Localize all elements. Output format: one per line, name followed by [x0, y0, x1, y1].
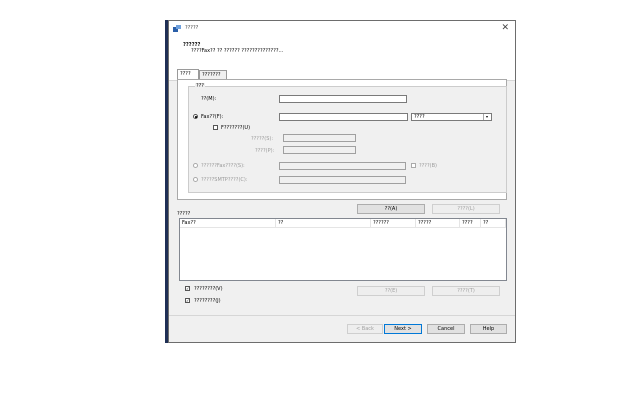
cancel-button-label: Cancel: [437, 326, 455, 332]
settings-groupbox: ??? ??(M): Fax??(F): ???? ▾ F???????(U) …: [188, 83, 507, 193]
window-title: ?????: [185, 25, 199, 31]
column-header[interactable]: ????: [460, 219, 481, 227]
bottom-checkbox-2-label: ????????(J): [194, 298, 221, 304]
column-header-label: ????: [462, 220, 473, 226]
radio-option-2-label: ??????Fax????(S):: [201, 163, 245, 169]
bottom-left-button[interactable]: ??(E): [357, 286, 425, 296]
close-icon[interactable]: ✕: [501, 23, 509, 33]
right-checkbox[interactable]: [411, 163, 416, 168]
sub-input-1[interactable]: [283, 134, 356, 142]
sub-input-2[interactable]: [283, 146, 356, 154]
radio-option-3-label: ?????SMTP????(C):: [201, 177, 248, 183]
tab-advanced[interactable]: ???????: [199, 70, 227, 79]
edit-button[interactable]: ????(L): [432, 204, 500, 214]
list-header: Fax?? ?? ?????? ????? ???? ??: [180, 219, 506, 228]
header-description: ????Fax?? ?? ?????? ??????????????...: [191, 48, 284, 54]
f-checkbox[interactable]: [213, 125, 218, 130]
radio-option-3[interactable]: [193, 177, 198, 182]
fax-radio-label: Fax??(F):: [201, 114, 224, 120]
column-header-label: ??????: [373, 220, 389, 226]
bottom-checkbox-2[interactable]: ✓: [185, 298, 190, 303]
next-button[interactable]: Next >: [384, 324, 422, 334]
name-input[interactable]: [279, 95, 407, 103]
add-button-label: ??(A): [384, 206, 398, 212]
fax-type-select[interactable]: ???? ▾: [411, 113, 492, 121]
bottom-right-button[interactable]: ????(T): [432, 286, 500, 296]
column-header[interactable]: Fax??: [180, 219, 276, 227]
sub-label-1: ?????(S):: [251, 136, 274, 142]
recipient-list[interactable]: Fax?? ?? ?????? ????? ???? ??: [179, 218, 507, 281]
title-bar: ????? ✕: [169, 21, 515, 36]
option-3-input[interactable]: [279, 176, 406, 184]
tab-panel: ??? ??(M): Fax??(F): ???? ▾ F???????(U) …: [177, 79, 507, 200]
bottom-checkbox-1-label: ????????(V): [194, 286, 223, 292]
cancel-button[interactable]: Cancel: [427, 324, 465, 334]
edit-button-label: ????(L): [457, 206, 475, 212]
help-button-label: Help: [482, 326, 495, 332]
column-header-label: ??: [483, 220, 489, 226]
column-header-label: ??: [278, 220, 284, 226]
right-checkbox-label: ????(B): [419, 163, 437, 169]
footer-separator: [169, 315, 515, 316]
column-header[interactable]: ??: [481, 219, 506, 227]
column-header[interactable]: ??????: [371, 219, 416, 227]
back-button-label: < Back: [356, 326, 374, 332]
fax-type-value: ????: [414, 114, 425, 120]
fax-app-icon: [173, 25, 181, 32]
group-legend: ???: [195, 83, 205, 89]
f-checkbox-label: F???????(U): [221, 125, 251, 131]
column-header[interactable]: ?????: [416, 219, 460, 227]
name-label: ??(M):: [201, 96, 217, 102]
column-header-label: Fax??: [182, 220, 196, 226]
fax-radio[interactable]: [193, 114, 198, 119]
column-header-label: ?????: [418, 220, 432, 226]
radio-option-2[interactable]: [193, 163, 198, 168]
sub-label-2: ????(P):: [255, 148, 275, 154]
back-button[interactable]: < Back: [347, 324, 383, 334]
option-2-input[interactable]: [279, 162, 406, 170]
bottom-right-button-label: ????(T): [457, 288, 475, 294]
list-section-label: ?????: [177, 211, 191, 217]
tab-advanced-label: ???????: [202, 72, 221, 78]
wizard-dialog: ????? ✕ ?????? ????Fax?? ?? ?????? ?????…: [168, 20, 516, 343]
chevron-down-icon: ▾: [483, 114, 490, 120]
bottom-left-button-label: ??(E): [384, 288, 398, 294]
bottom-checkbox-1[interactable]: ✓: [185, 286, 190, 291]
fax-number-input[interactable]: [279, 113, 408, 121]
add-button[interactable]: ??(A): [357, 204, 425, 214]
help-button[interactable]: Help: [470, 324, 507, 334]
next-button-label: Next >: [394, 326, 412, 332]
column-header[interactable]: ??: [276, 219, 371, 227]
tab-general-label: ????: [180, 71, 191, 77]
